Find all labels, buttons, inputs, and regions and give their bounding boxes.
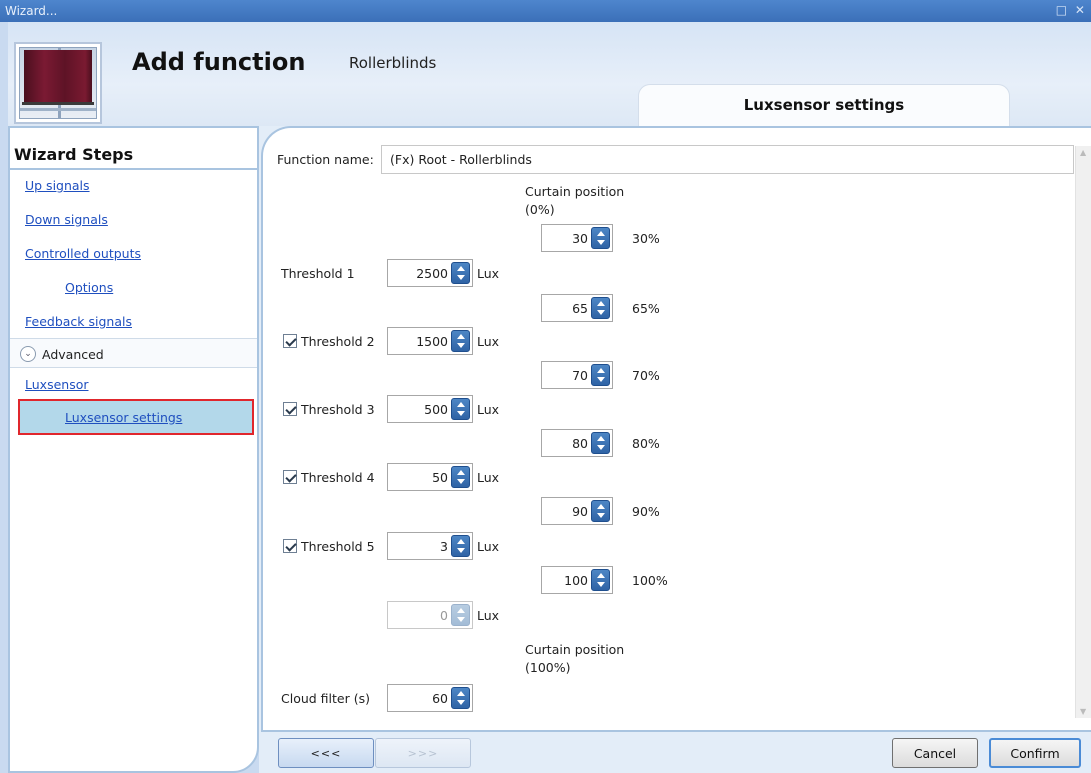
- step-down-signals[interactable]: Down signals: [25, 212, 108, 227]
- spinner-arrows-icon[interactable]: [451, 330, 470, 352]
- scroll-up-icon[interactable]: ▲: [1080, 148, 1086, 157]
- position-5-stepper[interactable]: 90: [541, 497, 613, 525]
- position-4-stepper[interactable]: 80: [541, 429, 613, 457]
- main-panel: ▲ ▼ Function name: (Fx) Root - Rollerbli…: [259, 126, 1091, 773]
- window-controls[interactable]: □ ✕: [1056, 3, 1087, 17]
- step-luxsensor-settings-label: Luxsensor settings: [65, 410, 183, 425]
- threshold-1-label: Threshold 1: [281, 266, 355, 281]
- threshold-3-stepper[interactable]: 500: [387, 395, 473, 423]
- position-5-percent: 90%: [632, 504, 660, 519]
- divider: [10, 168, 257, 170]
- threshold-5-stepper[interactable]: 3: [387, 532, 473, 560]
- threshold-2-stepper[interactable]: 1500: [387, 327, 473, 355]
- vertical-scrollbar[interactable]: ▲ ▼: [1075, 146, 1091, 718]
- threshold-5-unit: Lux: [477, 539, 500, 554]
- threshold-6-unit: Lux: [477, 608, 500, 623]
- wizard-header: Add function Rollerblinds Luxsensor sett…: [8, 22, 1091, 126]
- spinner-arrows-icon[interactable]: [591, 432, 610, 454]
- step-feedback-signals[interactable]: Feedback signals: [25, 314, 132, 329]
- threshold-1-unit: Lux: [477, 266, 500, 281]
- cloud-filter-stepper[interactable]: 60: [387, 684, 473, 712]
- position-4-percent: 80%: [632, 436, 660, 451]
- threshold-6-stepper-disabled: 0: [387, 601, 473, 629]
- spinner-arrows-icon[interactable]: [591, 569, 610, 591]
- spinner-arrows-icon[interactable]: [591, 500, 610, 522]
- curtain-position-bottom-label: Curtain position: [525, 642, 625, 657]
- position-2-stepper[interactable]: 65: [541, 294, 613, 322]
- spinner-arrows-icon[interactable]: [591, 227, 610, 249]
- step-controlled-outputs[interactable]: Controlled outputs: [25, 246, 141, 261]
- position-1-percent: 30%: [632, 231, 660, 246]
- spinner-arrows-icon[interactable]: [451, 398, 470, 420]
- threshold-5-label: Threshold 5: [301, 539, 375, 554]
- threshold-2-checkbox[interactable]: [283, 334, 297, 348]
- window-title: Wizard...: [5, 4, 58, 18]
- step-options[interactable]: Options: [65, 280, 113, 295]
- threshold-3-unit: Lux: [477, 402, 500, 417]
- wizard-steps-panel: Wizard Steps Up signals Down signals Con…: [8, 126, 259, 773]
- function-name-label: Function name:: [277, 152, 374, 167]
- position-3-stepper[interactable]: 70: [541, 361, 613, 389]
- curtain-position-top-label: Curtain position: [525, 184, 625, 199]
- cloud-filter-label: Cloud filter (s): [281, 691, 370, 706]
- curtain-position-top-pct: (0%): [525, 202, 555, 217]
- spinner-arrows-icon[interactable]: [451, 687, 470, 709]
- spinner-arrows-icon[interactable]: [591, 364, 610, 386]
- spinner-arrows-icon[interactable]: [451, 262, 470, 284]
- chevron-down-circle-icon: ⌄: [20, 346, 36, 362]
- step-luxsensor[interactable]: Luxsensor: [25, 377, 89, 392]
- threshold-2-unit: Lux: [477, 334, 500, 349]
- window-title-bar: Wizard... □ ✕: [0, 0, 1091, 22]
- position-2-percent: 65%: [632, 301, 660, 316]
- threshold-3-label: Threshold 3: [301, 402, 375, 417]
- threshold-3-checkbox[interactable]: [283, 402, 297, 416]
- advanced-section-toggle[interactable]: ⌄ Advanced: [10, 338, 257, 368]
- cancel-button[interactable]: Cancel: [892, 738, 978, 768]
- threshold-4-unit: Lux: [477, 470, 500, 485]
- tab-luxsensor-settings[interactable]: Luxsensor settings: [638, 84, 1010, 126]
- wizard-steps-title: Wizard Steps: [14, 145, 134, 164]
- position-6-percent: 100%: [632, 573, 668, 588]
- confirm-button[interactable]: Confirm: [989, 738, 1081, 768]
- function-type: Rollerblinds: [349, 54, 437, 72]
- threshold-4-checkbox[interactable]: [283, 470, 297, 484]
- threshold-2-label: Threshold 2: [301, 334, 375, 349]
- position-3-percent: 70%: [632, 368, 660, 383]
- spinner-arrows-icon[interactable]: [591, 297, 610, 319]
- settings-form: ▲ ▼ Function name: (Fx) Root - Rollerbli…: [261, 126, 1091, 732]
- threshold-4-label: Threshold 4: [301, 470, 375, 485]
- position-1-stepper[interactable]: 30: [541, 224, 613, 252]
- scroll-down-icon[interactable]: ▼: [1080, 707, 1086, 716]
- spinner-arrows-icon: [451, 604, 470, 626]
- spinner-arrows-icon[interactable]: [451, 535, 470, 557]
- threshold-5-checkbox[interactable]: [283, 539, 297, 553]
- threshold-1-stepper[interactable]: 2500: [387, 259, 473, 287]
- step-luxsensor-settings-selected[interactable]: Luxsensor settings: [18, 399, 254, 435]
- rollerblind-window-icon: [14, 42, 102, 124]
- back-button[interactable]: <<<: [278, 738, 374, 768]
- advanced-label: Advanced: [42, 347, 104, 362]
- position-6-stepper[interactable]: 100: [541, 566, 613, 594]
- next-button: >>>: [375, 738, 471, 768]
- page-title: Add function: [132, 48, 306, 76]
- function-name-input[interactable]: (Fx) Root - Rollerblinds: [381, 145, 1074, 174]
- spinner-arrows-icon[interactable]: [451, 466, 470, 488]
- curtain-position-bottom-pct: (100%): [525, 660, 571, 675]
- threshold-4-stepper[interactable]: 50: [387, 463, 473, 491]
- step-up-signals[interactable]: Up signals: [25, 178, 90, 193]
